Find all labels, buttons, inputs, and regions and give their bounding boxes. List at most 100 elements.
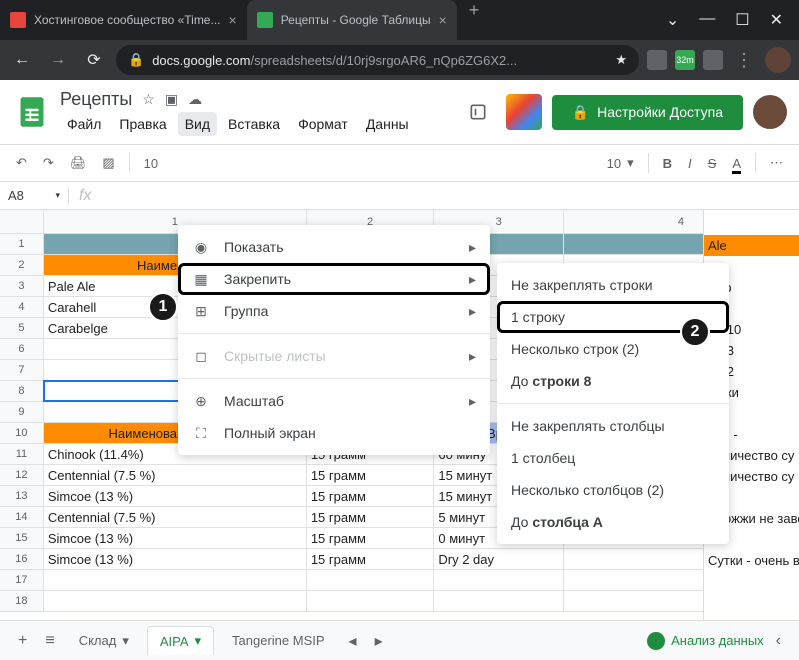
cell[interactable] bbox=[307, 591, 435, 611]
sheet-tab-aipa[interactable]: AIPA ▾ bbox=[147, 626, 214, 655]
freeze-upto-col[interactable]: До столбца A bbox=[497, 506, 729, 538]
cloud-icon[interactable]: ☁ bbox=[188, 91, 202, 108]
menu-format[interactable]: Формат bbox=[291, 112, 355, 136]
row-header[interactable]: 14 bbox=[0, 507, 44, 527]
cell[interactable]: 15 грамм bbox=[307, 465, 435, 485]
zoom-select[interactable]: 10 bbox=[140, 156, 162, 171]
cell[interactable]: Dry 2 day bbox=[434, 549, 564, 569]
minimize-icon[interactable]: — bbox=[699, 10, 715, 30]
share-button[interactable]: 🔒 Настройки Доступа bbox=[552, 95, 743, 130]
row-header[interactable]: 2 bbox=[0, 255, 44, 275]
cell[interactable]: 15 грамм bbox=[307, 486, 435, 506]
freeze-upto-row[interactable]: До строки 8 bbox=[497, 365, 729, 397]
paint-format-button[interactable]: ▨ bbox=[98, 151, 118, 175]
cell[interactable]: 15 грамм bbox=[307, 507, 435, 527]
cell[interactable] bbox=[434, 570, 564, 590]
more-button[interactable]: ⋯ bbox=[766, 151, 787, 175]
row-header[interactable]: 13 bbox=[0, 486, 44, 506]
profile-avatar[interactable] bbox=[765, 47, 791, 73]
row-header[interactable]: 4 bbox=[0, 297, 44, 317]
cell[interactable]: 15 грамм bbox=[307, 528, 435, 548]
row-header[interactable]: 18 bbox=[0, 591, 44, 611]
menu-edit[interactable]: Правка bbox=[112, 112, 173, 136]
cell[interactable]: Simcoe (13 %) bbox=[44, 549, 307, 569]
scroll-left-button[interactable]: ◂ bbox=[343, 625, 363, 657]
menu-fullscreen[interactable]: ⛶ Полный экран bbox=[178, 417, 490, 449]
undo-button[interactable]: ↶ bbox=[12, 151, 31, 175]
menu-group[interactable]: ⊞ Группа▸ bbox=[178, 295, 490, 327]
chevron-down-icon[interactable]: ▾ bbox=[195, 633, 202, 649]
user-avatar[interactable] bbox=[753, 95, 787, 129]
row-header[interactable]: 7 bbox=[0, 360, 44, 380]
freeze-one-col[interactable]: 1 столбец bbox=[497, 442, 729, 474]
close-icon[interactable]: × bbox=[229, 12, 237, 28]
maximize-icon[interactable]: ☐ bbox=[735, 10, 749, 30]
close-icon[interactable]: ✕ bbox=[770, 10, 783, 30]
text-color-button[interactable]: A bbox=[728, 152, 745, 175]
menu-scale[interactable]: ⊕ Масштаб▸ bbox=[178, 385, 490, 417]
select-all-corner[interactable] bbox=[0, 210, 44, 233]
freeze-multi-cols[interactable]: Несколько столбцов (2) bbox=[497, 474, 729, 506]
print-button[interactable]: 🖨 bbox=[66, 151, 91, 175]
name-box[interactable]: A8▾ bbox=[0, 188, 68, 203]
cell[interactable]: 15 грамм bbox=[307, 549, 435, 569]
row-header[interactable]: 15 bbox=[0, 528, 44, 548]
italic-button[interactable]: I bbox=[684, 152, 696, 175]
row-header[interactable]: 9 bbox=[0, 402, 44, 422]
sheet-tab-sklad[interactable]: Склад ▾ bbox=[67, 627, 141, 655]
redo-button[interactable]: ↷ bbox=[39, 151, 58, 175]
freeze-no-cols[interactable]: Не закреплять столбцы bbox=[497, 410, 729, 442]
menu-freeze[interactable]: ▦ Закрепить▸ bbox=[178, 263, 490, 295]
menu-view[interactable]: Вид bbox=[178, 112, 217, 136]
bold-button[interactable]: B bbox=[659, 152, 676, 175]
menu-data[interactable]: Данны bbox=[359, 112, 416, 136]
reload-button[interactable]: ⟳ bbox=[80, 46, 108, 74]
forward-button[interactable]: → bbox=[44, 46, 72, 74]
row-header[interactable]: 3 bbox=[0, 276, 44, 296]
close-icon[interactable]: × bbox=[439, 12, 447, 28]
url-field[interactable]: 🔒 docs.google.com/spreadsheets/d/10rj9sr… bbox=[116, 45, 639, 75]
cell[interactable]: Centennial (7.5 %) bbox=[44, 465, 307, 485]
extension-icon[interactable]: 32m bbox=[675, 50, 695, 70]
row-header[interactable]: 6 bbox=[0, 339, 44, 359]
meet-button[interactable] bbox=[506, 94, 542, 130]
row-header[interactable]: 12 bbox=[0, 465, 44, 485]
browser-tab-1[interactable]: Хостинговое сообщество «Time... × bbox=[0, 0, 247, 40]
cell[interactable] bbox=[44, 570, 307, 590]
add-sheet-button[interactable]: + bbox=[12, 626, 33, 656]
row-header[interactable]: 10 bbox=[0, 423, 44, 443]
row-header[interactable]: 5 bbox=[0, 318, 44, 338]
row-header[interactable]: 17 bbox=[0, 570, 44, 590]
scroll-right-button[interactable]: ▸ bbox=[369, 625, 389, 657]
row-header[interactable]: 11 bbox=[0, 444, 44, 464]
font-size-select[interactable]: 10 ▾ bbox=[603, 155, 638, 171]
cell[interactable] bbox=[307, 570, 435, 590]
star-icon[interactable]: ★ bbox=[615, 52, 627, 68]
menu-insert[interactable]: Вставка bbox=[221, 112, 287, 136]
row-header[interactable]: 8 bbox=[0, 381, 44, 401]
menu-show[interactable]: ◉ Показать▸ bbox=[178, 231, 490, 263]
extension-icon[interactable] bbox=[647, 50, 667, 70]
strike-button[interactable]: S bbox=[704, 152, 721, 175]
extension-icon[interactable] bbox=[703, 50, 723, 70]
browser-tab-2[interactable]: Рецепты - Google Таблицы × bbox=[247, 0, 457, 40]
cell[interactable]: Centennial (7.5 %) bbox=[44, 507, 307, 527]
chevron-down-icon[interactable]: ▾ bbox=[122, 633, 129, 649]
new-tab-button[interactable]: + bbox=[457, 0, 492, 40]
star-icon[interactable]: ☆ bbox=[142, 91, 155, 108]
history-icon[interactable] bbox=[460, 94, 496, 130]
doc-title[interactable]: Рецепты bbox=[60, 89, 132, 110]
folder-icon[interactable]: ▣ bbox=[165, 91, 178, 108]
cell[interactable] bbox=[434, 591, 564, 611]
cell[interactable] bbox=[44, 591, 307, 611]
row-header[interactable]: 16 bbox=[0, 549, 44, 569]
back-button[interactable]: ← bbox=[8, 46, 36, 74]
all-sheets-button[interactable]: ≡ bbox=[39, 626, 60, 656]
analyze-data-button[interactable]: Анализ данных bbox=[647, 632, 764, 650]
sheet-tab-tangerine[interactable]: Tangerine MSIP bbox=[220, 627, 337, 654]
chevron-down-icon[interactable]: ⌄ bbox=[666, 10, 679, 30]
menu-file[interactable]: Файл bbox=[60, 112, 108, 136]
sheets-logo-icon[interactable] bbox=[12, 92, 52, 132]
menu-icon[interactable]: ⋮ bbox=[731, 50, 757, 71]
row-header[interactable]: 1 bbox=[0, 234, 44, 254]
